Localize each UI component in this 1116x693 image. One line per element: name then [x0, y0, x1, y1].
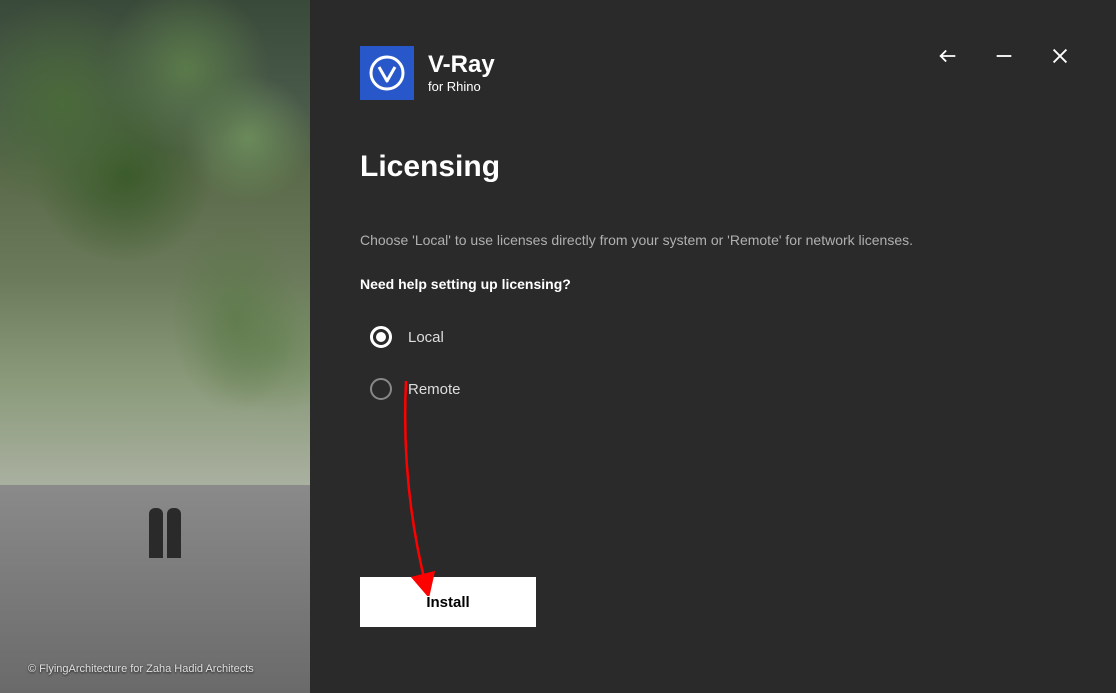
annotation-arrow	[396, 376, 436, 596]
minimize-icon	[993, 45, 1015, 67]
logo-title: V-Ray	[428, 53, 495, 77]
logo-subtitle: for Rhino	[428, 79, 495, 94]
help-link[interactable]: Need help setting up licensing?	[360, 276, 1066, 292]
radio-label: Local	[408, 329, 444, 346]
page-title: Licensing	[360, 150, 1066, 184]
image-credit: © FlyingArchitecture for Zaha Hadid Arch…	[28, 663, 254, 675]
install-button[interactable]: Install	[360, 577, 536, 627]
arrow-left-icon	[937, 45, 959, 67]
radio-indicator	[370, 378, 392, 400]
sidebar-hero-image: © FlyingArchitecture for Zaha Hadid Arch…	[0, 0, 310, 693]
radio-label: Remote	[408, 381, 461, 398]
close-icon	[1049, 45, 1071, 67]
logo-badge	[360, 46, 414, 100]
close-button[interactable]	[1048, 44, 1072, 68]
main-panel: V-Ray for Rhino Licensing Choose 'Local'…	[310, 0, 1116, 693]
licensing-radio-group: Local Remote	[360, 326, 1066, 400]
description-text: Choose 'Local' to use licenses directly …	[360, 232, 1066, 248]
installer-window: © FlyingArchitecture for Zaha Hadid Arch…	[0, 0, 1116, 693]
radio-indicator-selected	[370, 326, 392, 348]
minimize-button[interactable]	[992, 44, 1016, 68]
window-controls	[936, 44, 1072, 68]
logo-text: V-Ray for Rhino	[428, 53, 495, 94]
radio-option-local[interactable]: Local	[370, 326, 1066, 348]
back-button[interactable]	[936, 44, 960, 68]
vray-logo-icon	[367, 53, 407, 93]
radio-option-remote[interactable]: Remote	[370, 378, 1066, 400]
